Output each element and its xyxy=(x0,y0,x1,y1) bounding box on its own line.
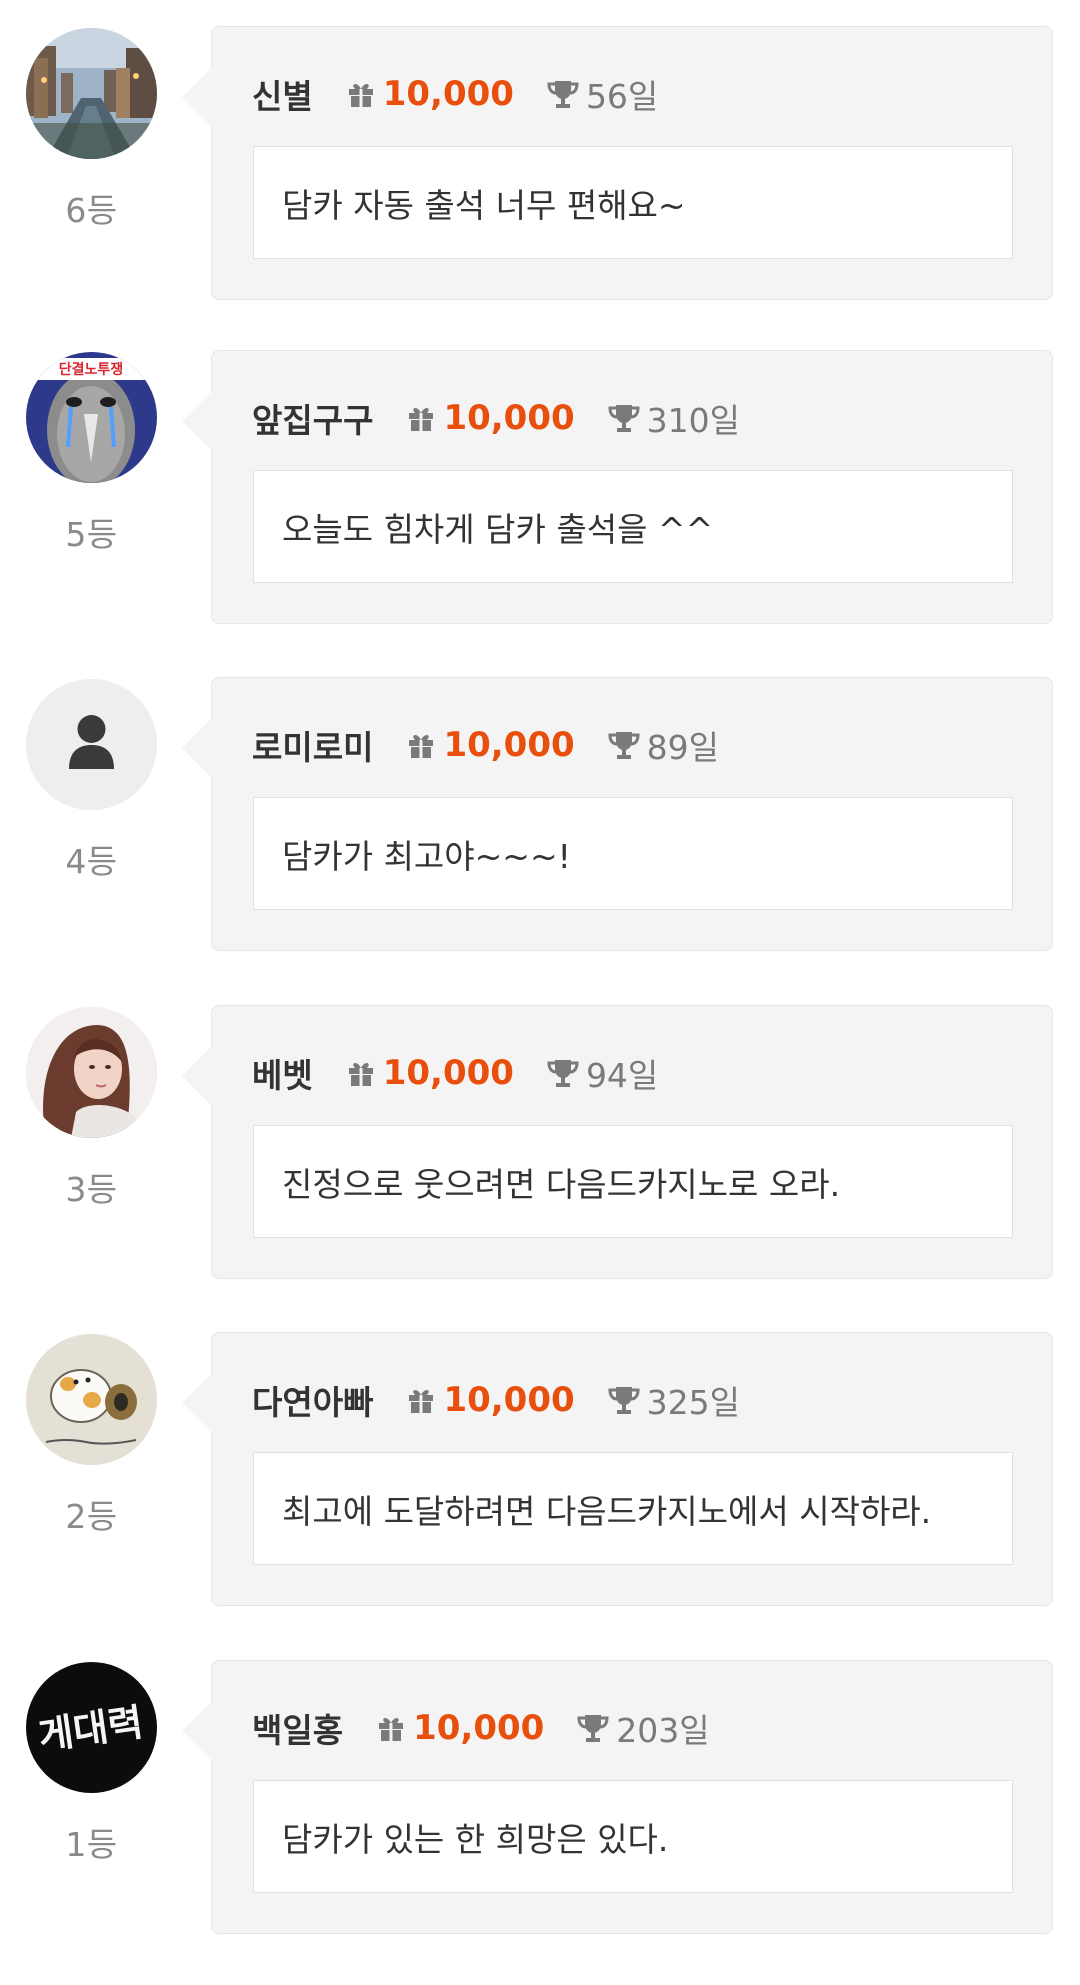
points-value: 10,000 xyxy=(443,398,575,438)
nickname[interactable]: 앞집구구 xyxy=(252,394,373,442)
nickname[interactable]: 신별 xyxy=(252,70,313,118)
gift-icon xyxy=(409,408,434,431)
comment-text: 담카가 있는 한 희망은 있다. xyxy=(253,1780,1013,1893)
comment-card: 백일홍 10,000 203일 담카가 있는 한 희망은 있다. xyxy=(182,1660,1053,1934)
nickname[interactable]: 로미로미 xyxy=(252,721,373,769)
comment-meta: 신별 10,000 56일 xyxy=(252,69,658,119)
gift-icon xyxy=(409,1390,434,1413)
gift-icon xyxy=(379,1718,404,1741)
user-avatar[interactable] xyxy=(26,28,157,159)
comment-meta: 베벳 10,000 94일 xyxy=(252,1048,658,1098)
gift-icon xyxy=(348,1063,373,1086)
user-avatar[interactable]: 단결노투쟁 xyxy=(26,352,157,483)
trophy-icon xyxy=(547,1060,579,1087)
gift-icon xyxy=(348,84,373,107)
nickname[interactable]: 다연아빠 xyxy=(252,1376,373,1424)
days-count: 56일 xyxy=(585,77,659,116)
days-count: 310일 xyxy=(646,401,741,440)
rank-label: 4등 xyxy=(65,842,118,881)
days-count: 89일 xyxy=(646,728,720,767)
points-value: 10,000 xyxy=(443,725,575,765)
comment-text: 담카 자동 출석 너무 편해요~ xyxy=(253,146,1013,259)
days-count: 203일 xyxy=(616,1711,710,1750)
comment-text: 오늘도 힘차게 담카 출석을 ^^ xyxy=(253,470,1013,583)
comment-meta: 다연아빠 10,000 325일 xyxy=(252,1375,740,1425)
comment-text: 담카가 최고야~~~! xyxy=(253,797,1013,910)
ranking-entry: 2등 다연아빠 10,000 325일 최고에 도달하려면 다음드카지노에서 시… xyxy=(0,1332,1080,1608)
rank-label: 5등 xyxy=(65,515,118,554)
nickname[interactable]: 백일홍 xyxy=(252,1704,343,1752)
avatar-caption: 단결노투쟁 xyxy=(59,361,123,378)
comment-card: 신별 10,000 56일 담카 자동 출석 너무 편해요~ xyxy=(182,26,1053,300)
comment-text: 진정으로 웃으려면 다음드카지노로 오라. xyxy=(253,1125,1013,1238)
comment-meta: 백일홍 10,000 203일 xyxy=(252,1703,710,1753)
trophy-icon xyxy=(608,1387,640,1414)
comment-card: 다연아빠 10,000 325일 최고에 도달하려면 다음드카지노에서 시작하라… xyxy=(182,1332,1053,1606)
comment-text: 최고에 도달하려면 다음드카지노에서 시작하라. xyxy=(253,1452,1013,1565)
comment-meta: 앞집구구 10,000 310일 xyxy=(252,393,740,443)
points-value: 10,000 xyxy=(382,74,514,114)
comment-card: 로미로미 10,000 89일 담카가 최고야~~~! xyxy=(182,677,1053,951)
rank-label: 2등 xyxy=(65,1497,118,1536)
ranking-entry: 4등 로미로미 10,000 89일 담카가 최고야~~~! xyxy=(0,677,1080,953)
rank-label: 3등 xyxy=(65,1170,118,1209)
trophy-icon xyxy=(608,732,640,759)
comment-card: 베벳 10,000 94일 진정으로 웃으려면 다음드카지노로 오라. xyxy=(182,1005,1053,1279)
points-value: 10,000 xyxy=(443,1380,575,1420)
ranking-entry: 단결노투쟁 5등 앞집구구 10,000 310일 오늘도 힘차게 담카 출석을… xyxy=(0,350,1080,626)
comment-card: 앞집구구 10,000 310일 오늘도 힘차게 담카 출석을 ^^ xyxy=(182,350,1053,624)
rank-label: 1등 xyxy=(65,1825,118,1864)
trophy-icon xyxy=(608,405,640,432)
gift-icon xyxy=(409,735,434,758)
rank-label: 6등 xyxy=(65,191,118,230)
user-avatar[interactable] xyxy=(26,1007,157,1138)
days-count: 94일 xyxy=(585,1056,659,1095)
user-avatar[interactable] xyxy=(26,679,157,810)
trophy-icon xyxy=(577,1715,609,1742)
trophy-icon xyxy=(547,81,579,108)
user-avatar[interactable]: 게대력 xyxy=(26,1662,157,1793)
nickname[interactable]: 베벳 xyxy=(252,1049,313,1097)
ranking-entry: 3등 베벳 10,000 94일 진정으로 웃으려면 다음드카지노로 오라. xyxy=(0,1005,1080,1281)
default-user-icon xyxy=(26,679,157,810)
days-count: 325일 xyxy=(646,1383,741,1422)
user-avatar[interactable] xyxy=(26,1334,157,1465)
points-value: 10,000 xyxy=(382,1053,514,1093)
comment-meta: 로미로미 10,000 89일 xyxy=(252,720,719,770)
ranking-entry: 6등 신별 10,000 56일 담카 자동 출석 너무 편해요~ xyxy=(0,26,1080,302)
ranking-entry: 게대력 1등 백일홍 10,000 203일 담카가 있는 한 희망은 있다. xyxy=(0,1660,1080,1936)
points-value: 10,000 xyxy=(413,1708,545,1748)
